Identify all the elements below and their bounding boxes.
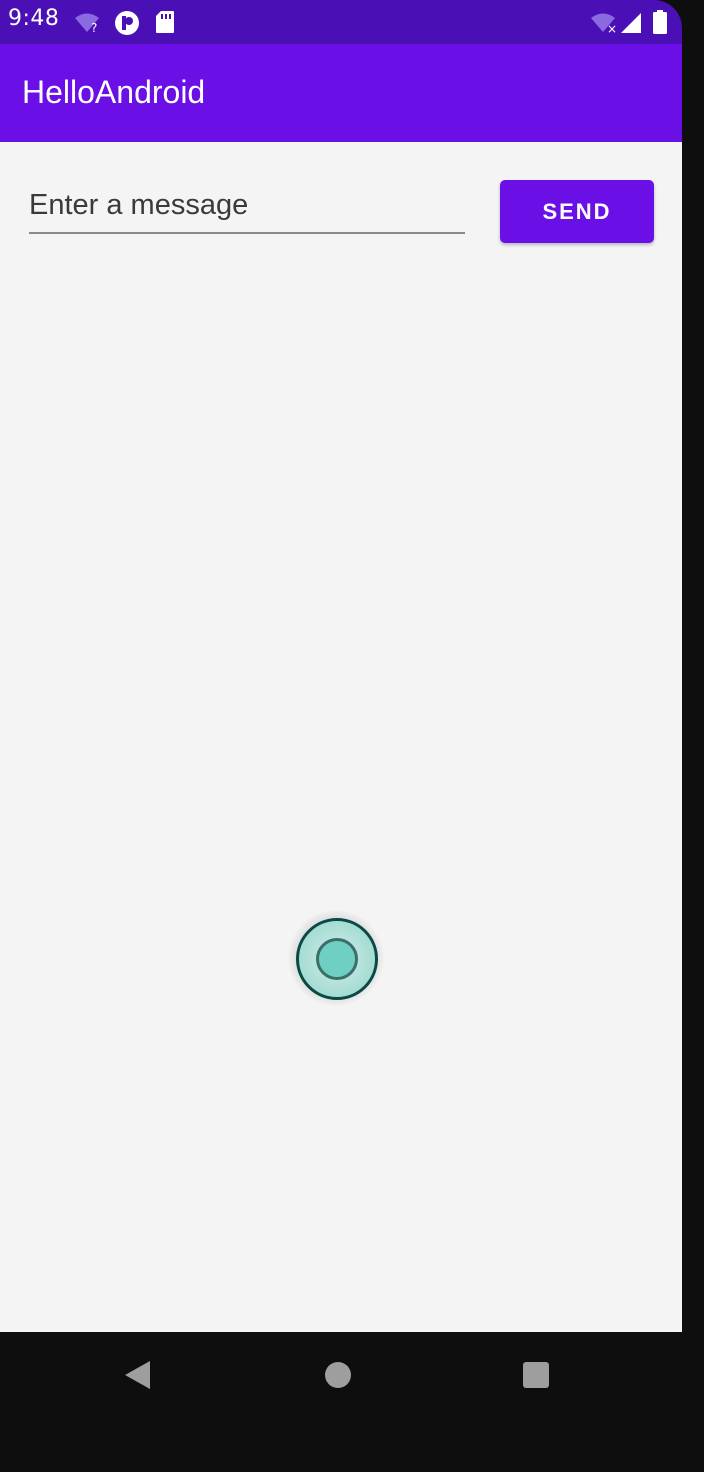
back-icon[interactable] — [124, 1360, 152, 1394]
signal-icon — [620, 12, 642, 38]
svg-text:?: ? — [91, 21, 97, 34]
app-bar: HelloAndroid — [0, 44, 682, 142]
sd-card-icon — [155, 10, 175, 38]
navigation-bar — [0, 1332, 682, 1472]
send-button[interactable]: SEND — [500, 180, 654, 243]
touch-outer-ring — [296, 918, 378, 1000]
touch-indicator — [288, 910, 384, 1006]
device-screen: 9:48 ? × HelloAndroid Enter a message SE… — [0, 0, 682, 1472]
battery-icon — [653, 10, 667, 38]
home-icon[interactable] — [324, 1361, 352, 1393]
status-time: 9:48 — [8, 6, 60, 31]
message-input[interactable] — [29, 184, 465, 234]
wifi-x-icon: × — [590, 12, 620, 38]
touch-inner-dot — [316, 938, 358, 980]
app-title: HelloAndroid — [22, 74, 206, 110]
main-content: SEND — [0, 142, 682, 1332]
vpn-icon — [114, 10, 140, 40]
wifi-question-icon: ? — [74, 12, 104, 38]
status-bar: 9:48 ? × — [0, 0, 682, 44]
recents-icon[interactable] — [522, 1361, 550, 1393]
svg-text:×: × — [607, 22, 617, 34]
